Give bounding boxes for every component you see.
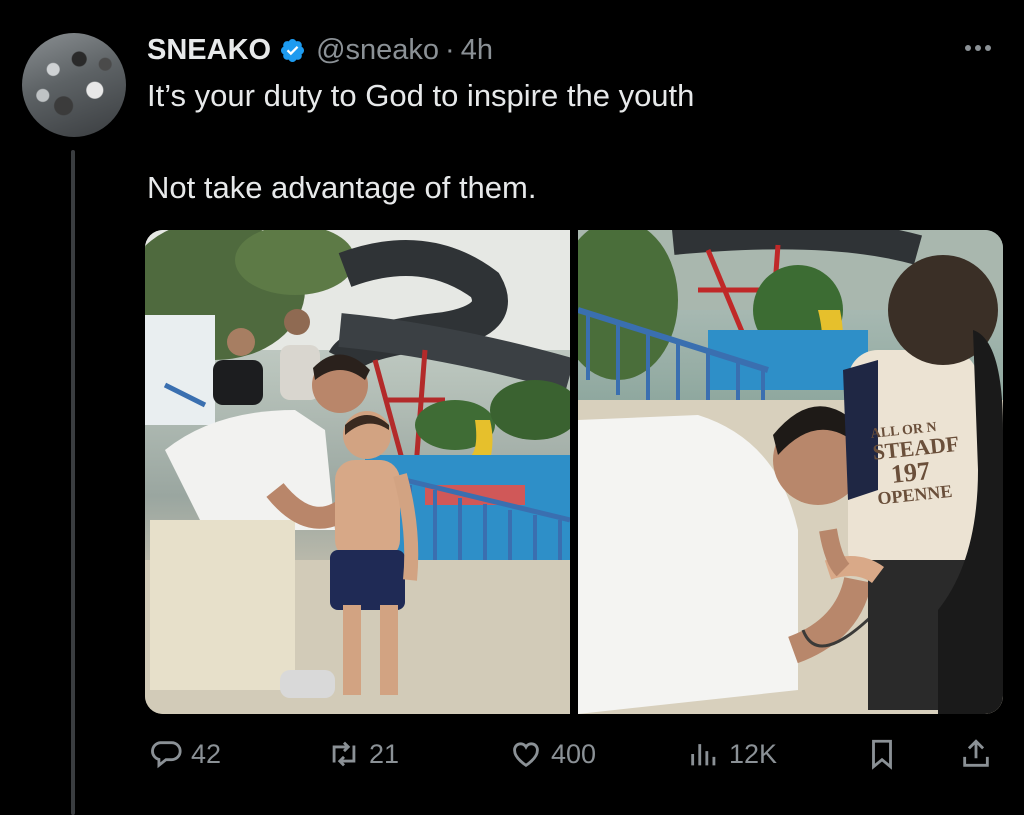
tweet-header: SNEAKO @sneako · 4h: [147, 30, 493, 70]
reply-icon: [151, 741, 182, 769]
bookmark-button[interactable]: [865, 730, 899, 778]
retweet-count: 21: [369, 738, 400, 769]
tweet-text-line-1: It’s your duty to God to inspire the you…: [147, 78, 695, 113]
heart-icon: [513, 742, 539, 768]
verified-badge-icon: [281, 38, 305, 62]
views-icon: [691, 744, 716, 766]
more-options-icon[interactable]: [960, 30, 996, 66]
tweet-actions-bar: 42 21 400 12K: [147, 730, 1003, 778]
shirt-print: ALL OR N STEADF 197 OPENNE: [870, 416, 988, 508]
author-handle[interactable]: @sneako: [316, 34, 439, 67]
media-photo-right[interactable]: ALL OR N STEADF 197 OPENNE: [578, 230, 1003, 714]
header-separator: ·: [445, 33, 455, 66]
tweet-timestamp[interactable]: 4h: [461, 34, 493, 67]
photo-left-illustration: [145, 230, 570, 714]
bookmark-icon: [872, 739, 892, 770]
reply-count: 42: [191, 738, 222, 769]
reply-button[interactable]: 42: [149, 730, 221, 778]
media-photo-left[interactable]: [145, 230, 570, 714]
author-avatar[interactable]: [22, 33, 126, 137]
like-button[interactable]: 400: [509, 730, 596, 778]
retweet-icon: [332, 741, 356, 767]
share-button[interactable]: [959, 730, 993, 778]
tweet-media-grid: ALL OR N STEADF 197 OPENNE: [145, 230, 1003, 714]
thread-line: [71, 150, 75, 815]
views-button[interactable]: 12K: [687, 730, 777, 778]
like-count: 400: [551, 738, 597, 769]
retweet-button[interactable]: 21: [327, 730, 399, 778]
author-name[interactable]: SNEAKO: [147, 34, 271, 67]
share-icon: [963, 739, 989, 767]
views-count: 12K: [729, 738, 778, 769]
tweet-text-line-2: Not take advantage of them.: [147, 170, 537, 205]
